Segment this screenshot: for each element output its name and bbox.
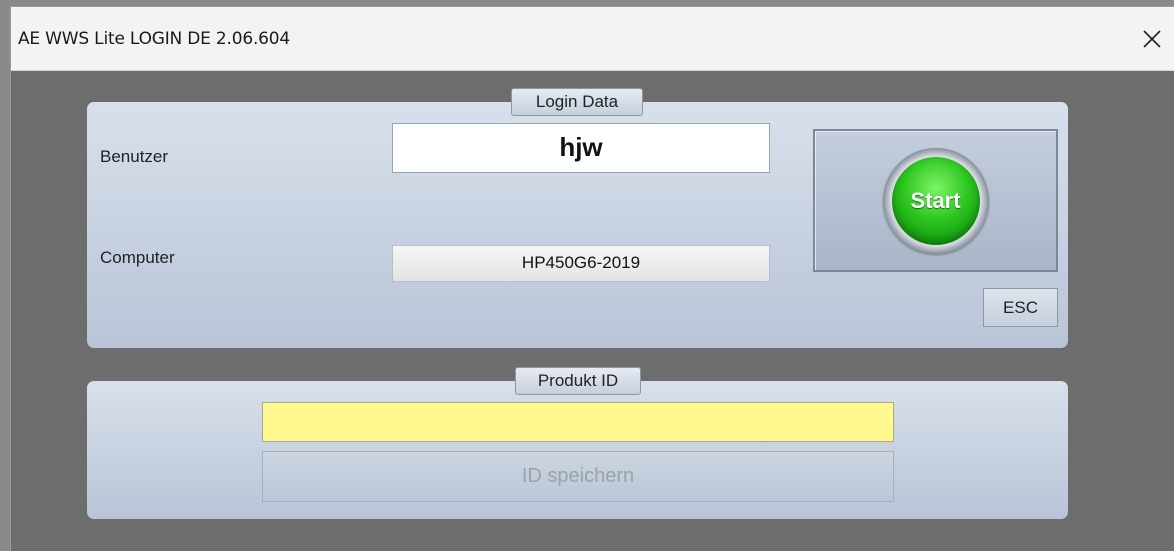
product-id-caption: Produkt ID	[515, 367, 641, 395]
login-data-panel: Login Data Benutzer hjw Computer HP450G6…	[87, 88, 1068, 348]
start-label: Start	[910, 187, 961, 213]
close-icon	[1143, 30, 1161, 48]
start-button[interactable]: Start	[882, 147, 989, 254]
product-id-input[interactable]	[262, 402, 894, 442]
start-button-frame: Start	[813, 129, 1058, 272]
esc-button[interactable]: ESC	[983, 288, 1058, 327]
product-id-panel: Produkt ID ID speichern	[87, 367, 1068, 519]
computer-field: HP450G6-2019	[392, 245, 770, 282]
title-bar: AE WWS Lite LOGIN DE 2.06.604	[11, 7, 1174, 71]
start-button-icon: Start	[891, 156, 980, 245]
user-input[interactable]: hjw	[392, 123, 770, 173]
computer-label: Computer	[100, 248, 175, 267]
window-title: AE WWS Lite LOGIN DE 2.06.604	[18, 29, 291, 49]
user-label: Benutzer	[100, 147, 169, 166]
save-id-button[interactable]: ID speichern	[262, 451, 894, 502]
login-data-caption: Login Data	[511, 88, 643, 116]
close-button[interactable]	[1129, 7, 1174, 71]
